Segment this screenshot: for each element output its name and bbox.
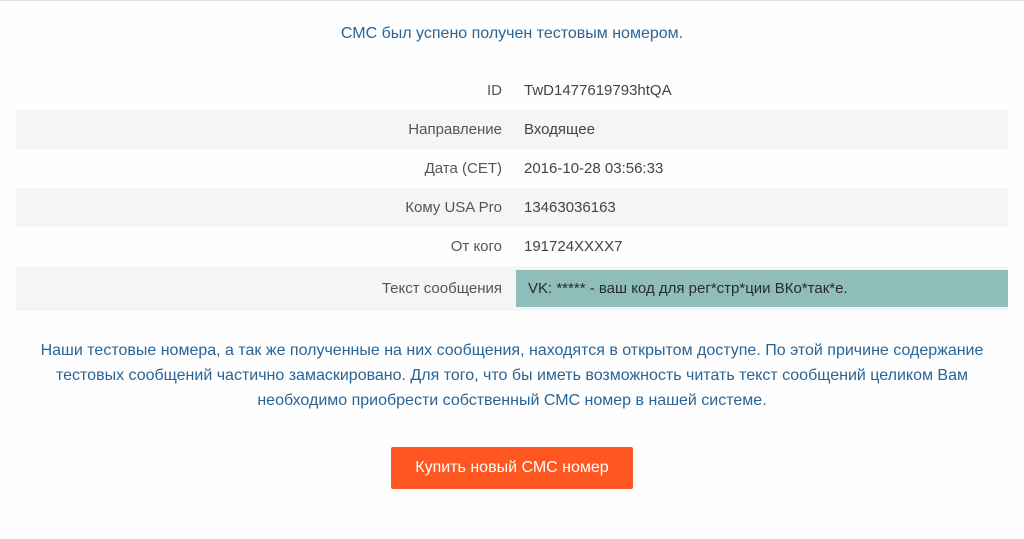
row-date: Дата (CET) 2016-10-28 03:56:33 bbox=[16, 149, 1008, 188]
success-message: СМС был успено получен тестовым номером. bbox=[16, 25, 1008, 43]
row-id: ID TwD1477619793htQA bbox=[16, 71, 1008, 110]
value-message-text: VK: ***** - ваш код для рег*стр*ции ВКо*… bbox=[516, 270, 1008, 307]
buy-sms-number-button[interactable]: Купить новый СМС номер bbox=[391, 447, 632, 489]
row-direction: Направление Входящее bbox=[16, 110, 1008, 149]
label-date: Дата (CET) bbox=[16, 149, 516, 188]
value-direction: Входящее bbox=[516, 110, 1008, 149]
masking-notice: Наши тестовые номера, а так же полученны… bbox=[16, 339, 1008, 413]
label-from: От кого bbox=[16, 227, 516, 266]
sms-detail-table: ID TwD1477619793htQA Направление Входяще… bbox=[16, 71, 1008, 311]
buy-button-container: Купить новый СМС номер bbox=[16, 447, 1008, 489]
row-message-text: Текст сообщения VK: ***** - ваш код для … bbox=[16, 266, 1008, 311]
value-to: 13463036163 bbox=[516, 188, 1008, 227]
sms-detail-panel: СМС был успено получен тестовым номером.… bbox=[0, 0, 1024, 489]
row-to: Кому USA Pro 13463036163 bbox=[16, 188, 1008, 227]
label-id: ID bbox=[16, 71, 516, 110]
value-id: TwD1477619793htQA bbox=[516, 71, 1008, 110]
value-message-text-cell: VK: ***** - ваш код для рег*стр*ции ВКо*… bbox=[516, 266, 1008, 311]
value-date: 2016-10-28 03:56:33 bbox=[516, 149, 1008, 188]
label-to: Кому USA Pro bbox=[16, 188, 516, 227]
row-from: От кого 191724XXXX7 bbox=[16, 227, 1008, 266]
value-from: 191724XXXX7 bbox=[516, 227, 1008, 266]
label-message-text: Текст сообщения bbox=[16, 266, 516, 311]
label-direction: Направление bbox=[16, 110, 516, 149]
